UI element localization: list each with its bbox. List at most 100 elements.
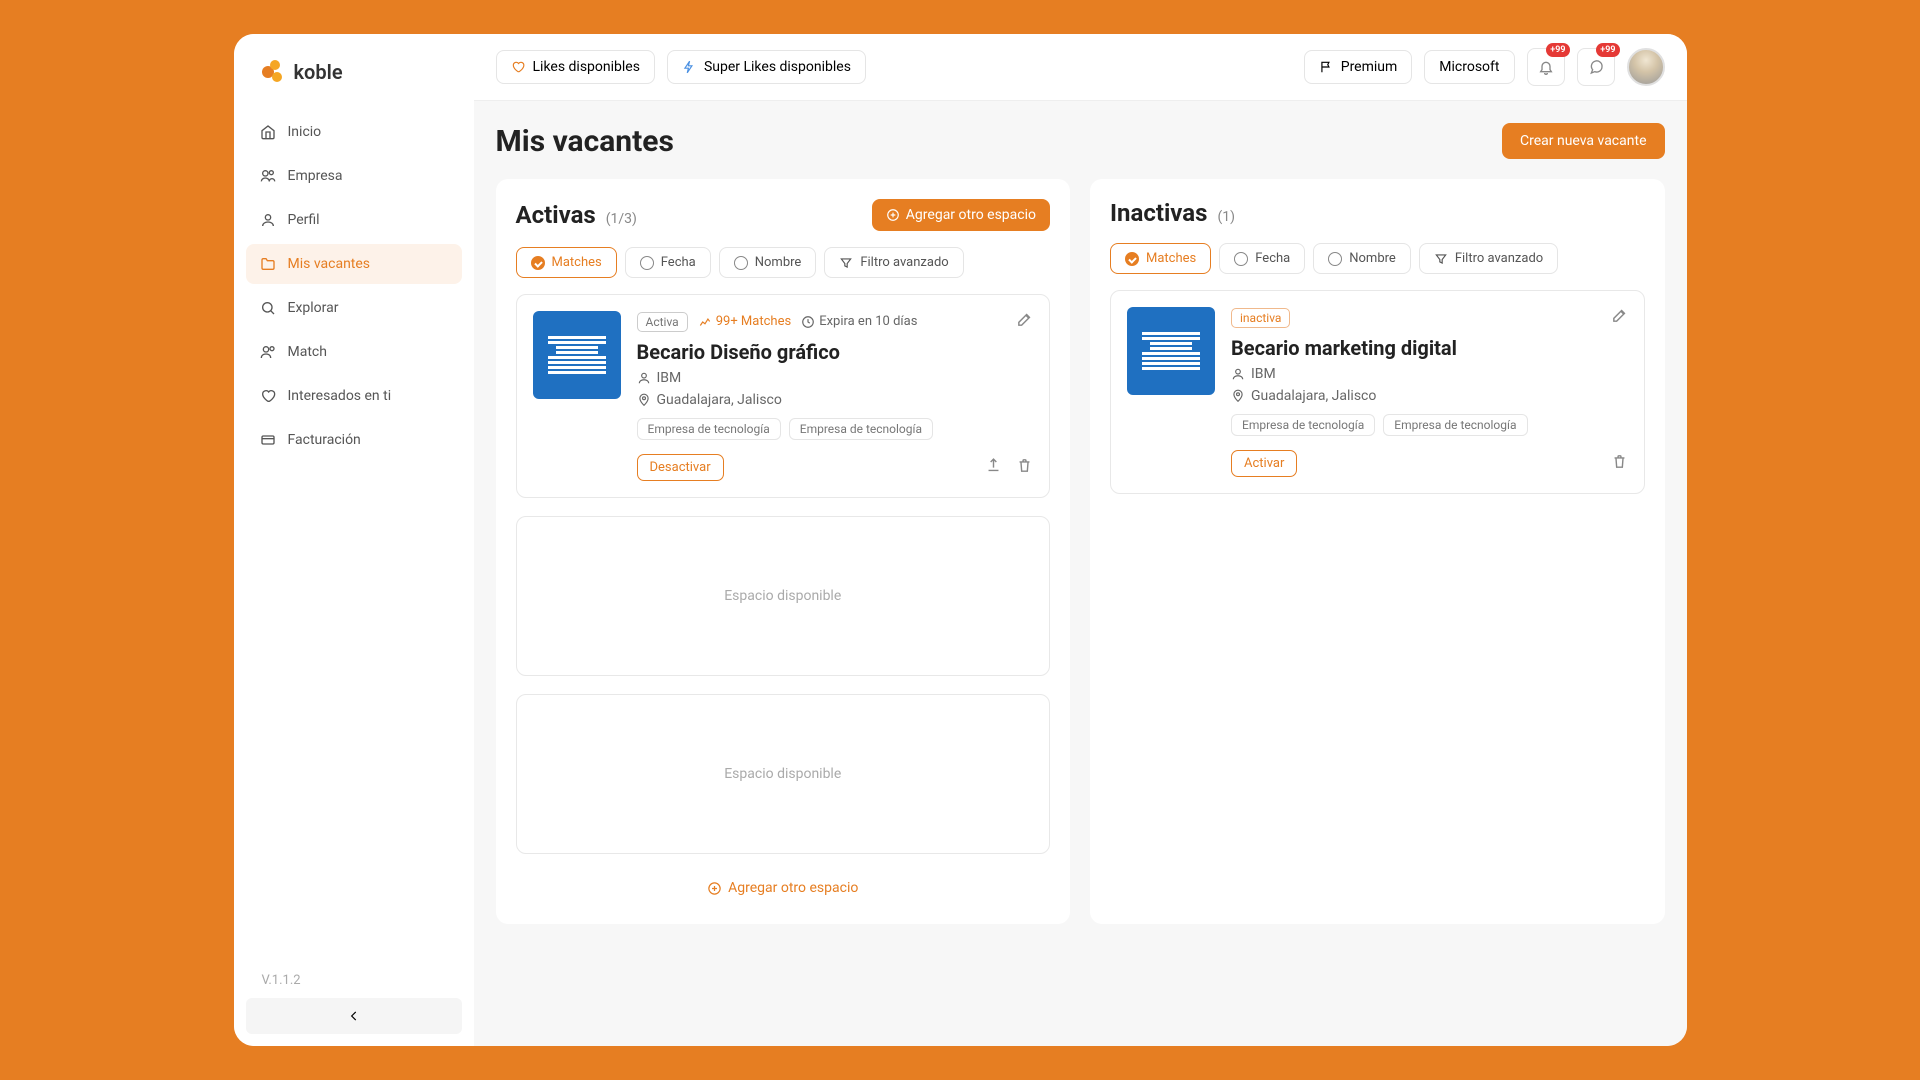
logo[interactable]: koble: [234, 46, 474, 104]
flag-icon: [1319, 60, 1333, 74]
card-icon: [260, 432, 276, 448]
nav-item-empresa[interactable]: Empresa: [246, 156, 462, 196]
user-icon: [260, 212, 276, 228]
collapse-button[interactable]: [246, 998, 462, 1034]
filter-date[interactable]: Fecha: [625, 247, 711, 278]
premium-button[interactable]: Premium: [1304, 50, 1413, 84]
nav: Inicio Empresa Perfil Mis vacantes Explo…: [234, 104, 474, 468]
nav-label: Perfil: [288, 212, 320, 228]
nav-item-perfil[interactable]: Perfil: [246, 200, 462, 240]
activate-button[interactable]: Activar: [1231, 450, 1297, 477]
tags-row: Empresa de tecnología Empresa de tecnolo…: [637, 418, 1034, 440]
plus-circle-icon: [886, 208, 900, 222]
panel-active: Activas (1/3) Agregar otro espacio Match…: [496, 179, 1071, 924]
filter-date[interactable]: Fecha: [1219, 243, 1305, 274]
check-icon: [1125, 252, 1139, 266]
status-badge: Activa: [637, 312, 688, 332]
sidebar-footer: V.1.1.2: [234, 963, 474, 1046]
panel-count: (1/3): [606, 211, 637, 227]
logo-text: koble: [294, 60, 343, 84]
filter-name[interactable]: Nombre: [1313, 243, 1411, 274]
page-header: Mis vacantes Crear nueva vacante: [496, 123, 1665, 159]
nav-item-match[interactable]: Match: [246, 332, 462, 372]
user-icon: [1231, 367, 1245, 381]
nav-item-vacantes[interactable]: Mis vacantes: [246, 244, 462, 284]
user-icon: [637, 371, 651, 385]
main: Likes disponibles Super Likes disponible…: [474, 34, 1687, 1046]
nav-item-interesados[interactable]: Interesados en ti: [246, 376, 462, 416]
create-vacancy-button[interactable]: Crear nueva vacante: [1502, 123, 1665, 159]
panel-title: Activas: [516, 201, 596, 229]
bell-icon: [1538, 59, 1554, 75]
trash-icon: [1611, 453, 1628, 470]
vacancy-title: Becario Diseño gráfico: [637, 340, 1034, 364]
panel-count: (1): [1217, 209, 1235, 225]
panel-header: Inactivas (1): [1110, 199, 1645, 227]
filter-advanced[interactable]: Filtro avanzado: [824, 247, 963, 278]
superlikes-label: Super Likes disponibles: [704, 59, 851, 75]
status-badge: inactiva: [1231, 308, 1290, 328]
add-space-link[interactable]: Agregar otro espacio: [516, 872, 1051, 904]
nav-label: Facturación: [288, 432, 361, 448]
chevron-left-icon: [347, 1009, 361, 1023]
logo-mark-icon: [262, 60, 286, 84]
radio-icon: [1328, 252, 1342, 266]
panel-title: Inactivas: [1110, 199, 1207, 227]
heart-icon: [511, 60, 525, 74]
funnel-icon: [839, 256, 853, 270]
filters: Matches Fecha Nombre Filtro avanzado: [1110, 243, 1645, 274]
message-badge: +99: [1596, 43, 1619, 57]
nav-item-inicio[interactable]: Inicio: [246, 112, 462, 152]
filters: Matches Fecha Nombre Filtro avanzado: [516, 247, 1051, 278]
filter-matches[interactable]: Matches: [516, 247, 617, 278]
nav-label: Explorar: [288, 300, 339, 316]
radio-icon: [1234, 252, 1248, 266]
delete-button[interactable]: [1016, 457, 1033, 478]
edit-button[interactable]: [1611, 307, 1628, 328]
notification-badge: +99: [1546, 43, 1569, 57]
likes-button[interactable]: Likes disponibles: [496, 50, 655, 84]
add-space-label: Agregar otro espacio: [906, 207, 1036, 223]
tag: Empresa de tecnología: [1231, 414, 1375, 436]
nav-label: Mis vacantes: [288, 256, 371, 272]
empty-slot[interactable]: Espacio disponible: [516, 516, 1051, 676]
messages-button[interactable]: +99: [1577, 48, 1615, 86]
company-button[interactable]: Microsoft: [1424, 50, 1514, 84]
topbar: Likes disponibles Super Likes disponible…: [474, 34, 1687, 101]
empty-slot[interactable]: Espacio disponible: [516, 694, 1051, 854]
matches-badge: 99+ Matches: [698, 314, 791, 329]
nav-item-explorar[interactable]: Explorar: [246, 288, 462, 328]
company-row: IBM: [1231, 366, 1628, 382]
nav-label: Interesados en ti: [288, 388, 392, 404]
chart-icon: [698, 315, 712, 329]
radio-icon: [640, 256, 654, 270]
filter-name[interactable]: Nombre: [719, 247, 817, 278]
filter-advanced[interactable]: Filtro avanzado: [1419, 243, 1558, 274]
users-icon: [260, 344, 276, 360]
delete-button[interactable]: [1611, 453, 1628, 474]
filter-matches[interactable]: Matches: [1110, 243, 1211, 274]
edit-button[interactable]: [1016, 311, 1033, 332]
pin-icon: [637, 393, 651, 407]
location-row: Guadalajara, Jalisco: [1231, 388, 1628, 404]
likes-label: Likes disponibles: [533, 59, 640, 75]
search-icon: [260, 300, 276, 316]
vacancy-card: inactiva Becario marketing digital IBM G…: [1110, 290, 1645, 494]
nav-item-facturacion[interactable]: Facturación: [246, 420, 462, 460]
superlikes-button[interactable]: Super Likes disponibles: [667, 50, 866, 84]
deactivate-button[interactable]: Desactivar: [637, 454, 724, 481]
company-label: Microsoft: [1439, 59, 1499, 75]
company-row: IBM: [637, 370, 1034, 386]
funnel-icon: [1434, 252, 1448, 266]
home-icon: [260, 124, 276, 140]
add-space-button[interactable]: Agregar otro espacio: [872, 199, 1050, 231]
notifications-button[interactable]: +99: [1527, 48, 1565, 86]
content: Mis vacantes Crear nueva vacante Activas…: [474, 101, 1687, 1046]
avatar[interactable]: [1627, 48, 1665, 86]
tags-row: Empresa de tecnología Empresa de tecnolo…: [1231, 414, 1628, 436]
chat-icon: [1588, 59, 1604, 75]
share-button[interactable]: [985, 457, 1002, 478]
sidebar: koble Inicio Empresa Perfil Mis vacantes…: [234, 34, 474, 1046]
folder-icon: [260, 256, 276, 272]
radio-icon: [734, 256, 748, 270]
